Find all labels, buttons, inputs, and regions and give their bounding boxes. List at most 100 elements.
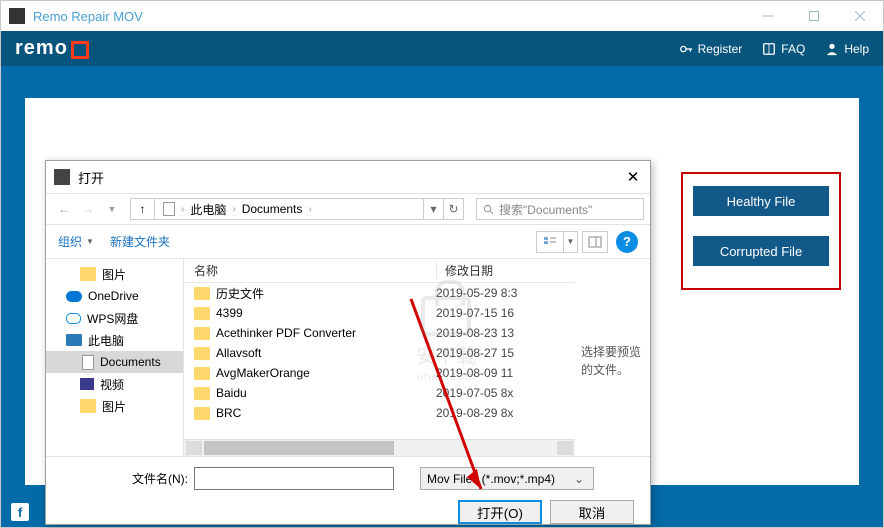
folder-icon — [194, 287, 210, 300]
chevron-down-icon: ⌄ — [571, 472, 587, 486]
folder-icon — [194, 367, 210, 380]
window-title: Remo Repair MOV — [33, 9, 143, 24]
column-name[interactable]: 名称 — [184, 262, 436, 279]
wps-icon — [66, 313, 81, 324]
vid-icon — [80, 378, 94, 390]
filetype-select[interactable]: Mov Files (*.mov;*.mp4) ⌄ — [420, 467, 594, 490]
folder-icon — [194, 407, 210, 420]
scroll-left-button[interactable] — [186, 441, 202, 455]
close-button[interactable] — [837, 1, 883, 31]
preview-icon — [588, 236, 602, 248]
horizontal-scrollbar[interactable] — [184, 439, 575, 456]
file-date: 2019-08-27 15 — [436, 346, 575, 360]
logo: remo — [15, 37, 89, 60]
folder-icon — [194, 387, 210, 400]
file-row[interactable]: Allavsoft2019-08-27 15 — [184, 343, 575, 363]
dialog-icon — [54, 169, 70, 185]
filename-label: 文件名(N): — [58, 470, 188, 487]
folder-icon — [163, 202, 175, 216]
filename-input[interactable] — [194, 467, 394, 490]
organize-menu[interactable]: 组织 — [58, 233, 82, 250]
file-row[interactable]: Acethinker PDF Converter2019-08-23 13 — [184, 323, 575, 343]
chevron-right-icon: › — [308, 204, 311, 215]
doc-icon — [82, 355, 94, 370]
corrupted-file-button[interactable]: Corrupted File — [693, 236, 829, 266]
file-list: 名称 修改日期 历史文件2019-05-29 8:343992019-07-15… — [184, 259, 575, 456]
file-name: 4399 — [216, 306, 436, 320]
folder-icon — [194, 307, 210, 320]
scroll-thumb[interactable] — [204, 441, 394, 455]
file-name: Allavsoft — [216, 346, 436, 360]
tree-item[interactable]: Documents — [46, 351, 183, 373]
tree-item[interactable]: 此电脑 — [46, 329, 183, 351]
maximize-button[interactable] — [791, 1, 837, 31]
folder-icon — [194, 327, 210, 340]
refresh-button[interactable]: ↻ — [443, 198, 463, 220]
file-name: 历史文件 — [216, 285, 436, 302]
pc-icon — [66, 334, 82, 346]
file-date: 2019-07-15 16 — [436, 306, 575, 320]
list-view-icon — [543, 236, 557, 248]
register-link[interactable]: Register — [679, 42, 743, 56]
titlebar: Remo Repair MOV — [1, 1, 883, 31]
file-name: Baidu — [216, 386, 436, 400]
help-link[interactable]: Help — [825, 42, 869, 56]
file-row[interactable]: Baidu2019-07-05 8x — [184, 383, 575, 403]
nav-up-button[interactable]: ↑ — [131, 199, 155, 219]
preview-pane-button[interactable] — [582, 231, 608, 253]
folder-icon — [80, 399, 96, 413]
app-window: Remo Repair MOV remo Register FAQ Help H… — [0, 0, 884, 528]
tree-item-label: 此电脑 — [88, 332, 124, 349]
dialog-close-button[interactable]: ✕ — [624, 168, 642, 186]
dialog-toolbar: 组织 ▼ 新建文件夹 ▼ ? — [46, 225, 650, 259]
breadcrumb-dropdown[interactable]: ▾ — [423, 198, 443, 220]
tree-item[interactable]: OneDrive — [46, 285, 183, 307]
cancel-button[interactable]: 取消 — [550, 500, 634, 524]
nav-forward-button[interactable]: → — [76, 198, 100, 220]
app-icon — [9, 8, 25, 24]
tree-item-label: OneDrive — [88, 289, 139, 303]
facebook-icon[interactable]: f — [11, 503, 29, 521]
dialog-title: 打开 — [78, 168, 104, 187]
healthy-file-button[interactable]: Healthy File — [693, 186, 829, 216]
file-row[interactable]: AvgMakerOrange2019-08-09 11 — [184, 363, 575, 383]
preview-pane: 选择要预览的文件。 — [575, 259, 650, 456]
open-button[interactable]: 打开(O) — [458, 500, 542, 524]
main-area: Healthy File Corrupted File f 打开 ✕ ← → ▼… — [1, 66, 883, 527]
file-date: 2019-05-29 8:3 — [436, 286, 575, 300]
dialog-body: 图片OneDriveWPS网盘此电脑Documents视频图片 名称 修改日期 … — [46, 259, 650, 456]
folder-icon — [194, 347, 210, 360]
scroll-right-button[interactable] — [557, 441, 573, 455]
breadcrumb[interactable]: › 此电脑 › Documents › — [155, 198, 423, 220]
tree-item[interactable]: WPS网盘 — [46, 307, 183, 329]
help-button[interactable]: ? — [616, 231, 638, 253]
file-name: Acethinker PDF Converter — [216, 326, 436, 340]
file-row[interactable]: 历史文件2019-05-29 8:3 — [184, 283, 575, 303]
tree-item-label: 图片 — [102, 266, 126, 283]
key-icon — [679, 42, 693, 56]
tree-item-label: 图片 — [102, 398, 126, 415]
chevron-right-icon: › — [181, 204, 184, 215]
cloud-icon — [66, 291, 82, 302]
file-date: 2019-08-23 13 — [436, 326, 575, 340]
search-input[interactable]: 搜索"Documents" — [476, 198, 644, 220]
tree-item[interactable]: 视频 — [46, 373, 183, 395]
dialog-title-bar: 打开 ✕ — [46, 161, 650, 193]
tree-item[interactable]: 图片 — [46, 395, 183, 417]
faq-link[interactable]: FAQ — [762, 42, 805, 56]
minimize-button[interactable] — [745, 1, 791, 31]
column-date[interactable]: 修改日期 — [436, 262, 575, 279]
tree-item-label: Documents — [100, 355, 161, 369]
open-dialog: 打开 ✕ ← → ▼ ↑ › 此电脑 › Documents › — [45, 160, 651, 525]
file-date: 2019-08-09 11 — [436, 366, 575, 380]
nav-recent-dropdown[interactable]: ▼ — [100, 198, 124, 220]
brand-bar: remo Register FAQ Help — [1, 31, 883, 66]
new-folder-button[interactable]: 新建文件夹 — [110, 233, 170, 250]
file-row[interactable]: BRC2019-08-29 8x — [184, 403, 575, 423]
file-list-header: 名称 修改日期 — [184, 259, 575, 283]
tree-item[interactable]: 图片 — [46, 263, 183, 285]
view-menu[interactable]: ▼ — [536, 231, 578, 253]
tree-item-label: WPS网盘 — [87, 310, 138, 327]
file-row[interactable]: 43992019-07-15 16 — [184, 303, 575, 323]
nav-back-button[interactable]: ← — [52, 198, 76, 220]
